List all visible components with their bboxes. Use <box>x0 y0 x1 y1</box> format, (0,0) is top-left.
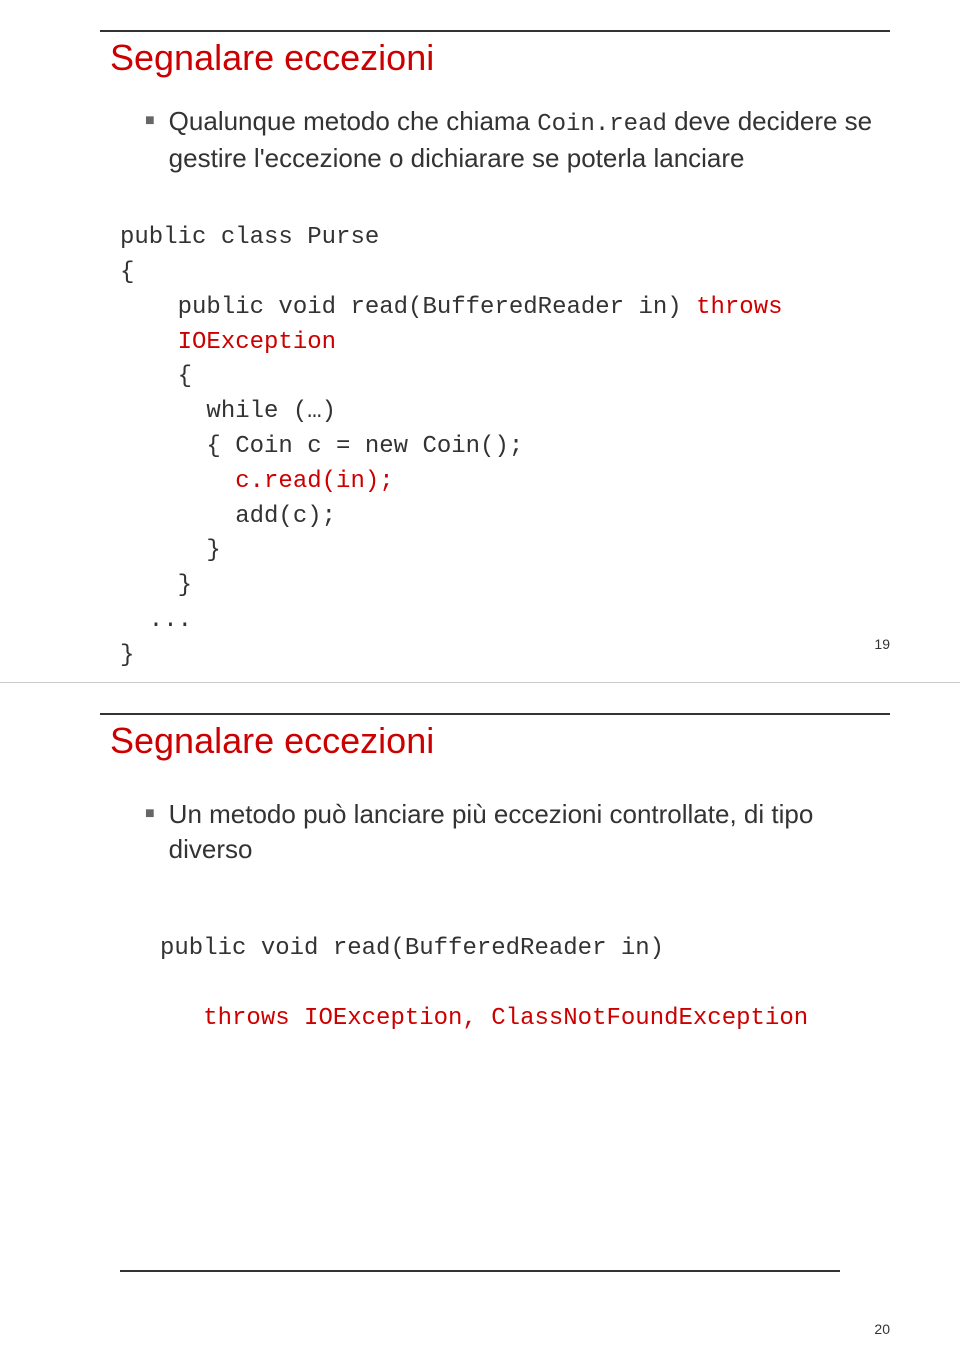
inline-code: Coin.read <box>537 111 667 138</box>
bullet-text: Un metodo può lanciare più eccezioni con… <box>169 797 890 867</box>
code-line: public void read(BufferedReader in) <box>160 935 664 962</box>
bullet-item: ■ Qualunque metodo che chiama Coin.read … <box>145 104 890 176</box>
bullet-text: Qualunque metodo che chiama Coin.read de… <box>169 104 890 176</box>
code-line: ... <box>120 607 192 634</box>
code-line: c.read(in); <box>120 468 394 495</box>
slide-content: ■ Qualunque metodo che chiama Coin.read … <box>100 104 890 176</box>
bullet-text-pre: Qualunque metodo che chiama <box>169 106 538 136</box>
title-area: Segnalare eccezioni <box>100 30 890 79</box>
code-block: public void read(BufferedReader in) thro… <box>100 897 890 1036</box>
code-line: IOException <box>120 329 336 356</box>
code-line: add(c); <box>120 503 336 530</box>
page-number: 20 <box>874 1321 890 1337</box>
title-area: Segnalare eccezioni <box>100 713 890 762</box>
code-line: public void read(BufferedReader in) thro… <box>120 294 783 321</box>
bullet-marker-icon: ■ <box>145 805 155 823</box>
code-line: { <box>120 363 192 390</box>
bullet-item: ■ Un metodo può lanciare più eccezioni c… <box>145 797 890 867</box>
code-line: { <box>120 259 134 286</box>
slide-1: Segnalare eccezioni ■ Qualunque metodo c… <box>0 0 960 683</box>
code-line: while (…) <box>120 398 336 425</box>
divider-line <box>120 1270 840 1272</box>
bullet-marker-icon: ■ <box>145 112 155 130</box>
code-line: } <box>120 642 134 669</box>
slide-2: Segnalare eccezioni ■ Un metodo può lanc… <box>0 683 960 1367</box>
code-line: { Coin c = new Coin(); <box>120 433 523 460</box>
code-block: public class Purse { public void read(Bu… <box>100 186 890 673</box>
code-line: throws IOException, ClassNotFoundExcepti… <box>160 1005 808 1032</box>
slide-title: Segnalare eccezioni <box>110 720 890 762</box>
slide-title: Segnalare eccezioni <box>110 37 890 79</box>
code-line: } <box>120 537 221 564</box>
slide-content: ■ Un metodo può lanciare più eccezioni c… <box>100 797 890 867</box>
code-line: public class Purse <box>120 224 379 251</box>
page-number: 19 <box>874 636 890 652</box>
code-line: } <box>120 572 192 599</box>
